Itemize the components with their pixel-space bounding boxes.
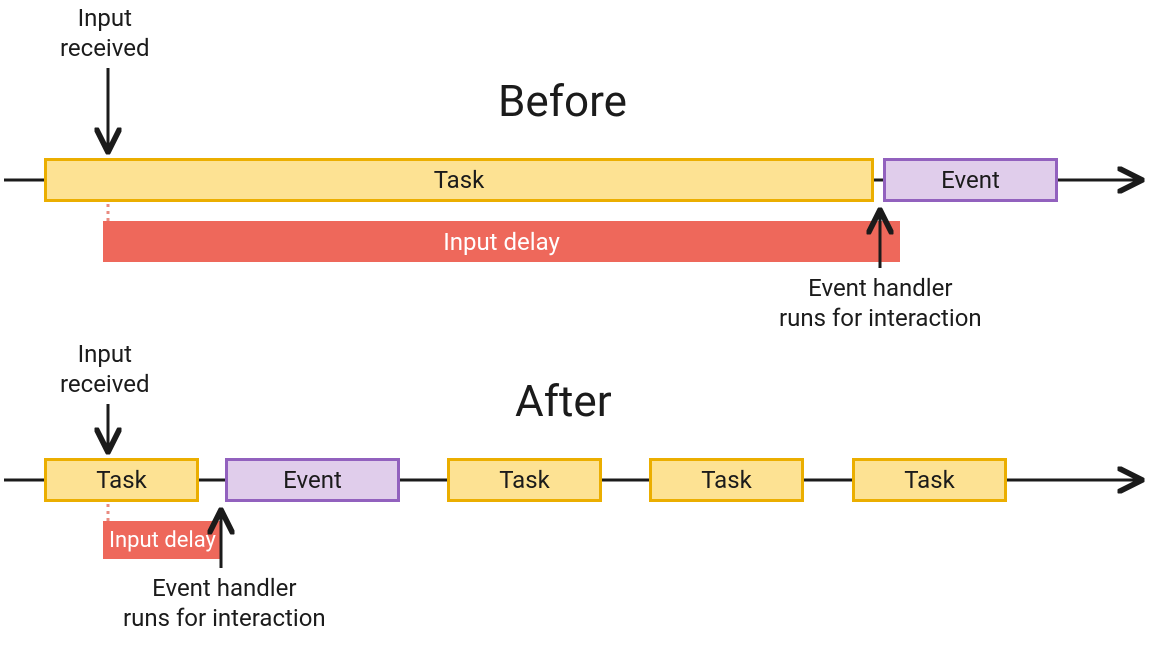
after-task-box-2: Task xyxy=(447,458,602,502)
after-task-label-2: Task xyxy=(499,466,550,494)
diagram-root: Before Input received Task Event Input d… xyxy=(0,0,1155,647)
after-event-label: Event xyxy=(283,466,342,494)
after-task-label-3: Task xyxy=(701,466,752,494)
after-task-label-4: Task xyxy=(904,466,955,494)
after-task-box-1: Task xyxy=(44,458,199,502)
before-event-label: Event xyxy=(941,166,1000,194)
before-task-box: Task xyxy=(44,158,874,202)
after-task-label-1: Task xyxy=(96,466,147,494)
before-input-delay-label: Input delay xyxy=(443,228,560,256)
after-task-box-4: Task xyxy=(852,458,1007,502)
before-event-box: Event xyxy=(883,158,1058,202)
after-input-delay-box: Input delay xyxy=(103,521,222,559)
after-handler-label: Event handler runs for interaction xyxy=(123,573,326,633)
after-input-delay-label: Input delay xyxy=(109,528,216,553)
before-handler-label: Event handler runs for interaction xyxy=(779,273,982,333)
after-event-box: Event xyxy=(225,458,400,502)
before-title: Before xyxy=(498,75,627,127)
after-title: After xyxy=(515,375,612,427)
after-input-received-label: Input received xyxy=(60,339,150,399)
after-task-box-3: Task xyxy=(649,458,804,502)
before-input-received-label: Input received xyxy=(60,3,150,63)
before-input-delay-box: Input delay xyxy=(103,221,900,262)
before-task-label: Task xyxy=(434,166,485,194)
